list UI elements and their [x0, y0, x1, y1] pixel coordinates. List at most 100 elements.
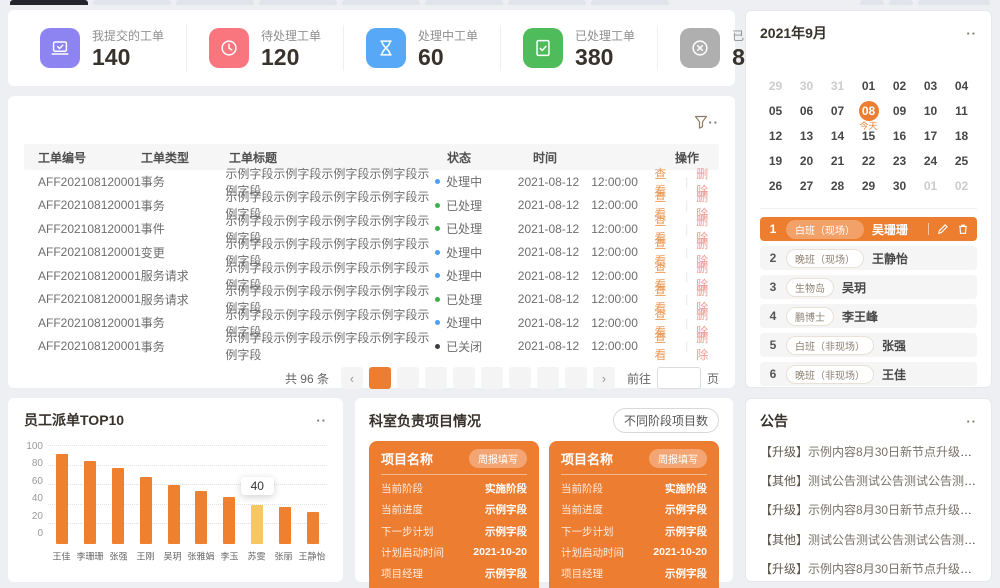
- calendar-day[interactable]: 04 今天: [946, 73, 977, 98]
- x-tick-label: 张强: [106, 549, 130, 563]
- announcement-tag: 【其他】: [760, 533, 808, 547]
- calendar-day[interactable]: 21 今天: [822, 148, 853, 173]
- calendar-day[interactable]: 10 今天: [915, 98, 946, 123]
- announcement-tag: 【升级】: [760, 503, 808, 517]
- calendar-day[interactable]: 24 今天: [915, 148, 946, 173]
- weekly-report-badge[interactable]: 周报填写: [469, 449, 527, 468]
- schedule-row[interactable]: 3 生物岛 吴玥: [760, 275, 977, 299]
- calendar-day[interactable]: 11 今天: [946, 98, 977, 123]
- bar-column: [271, 446, 299, 544]
- workorder-status: 处理中: [435, 267, 518, 284]
- calendar-day[interactable]: 16 今天: [884, 123, 915, 148]
- calendar-day[interactable]: 29 今天: [853, 173, 884, 198]
- status-dot: [435, 344, 440, 349]
- calendar-day[interactable]: 18 今天: [946, 123, 977, 148]
- announcement-item[interactable]: 【其他】测试公告测试公告测试公告测试公告测试公告: [760, 472, 977, 489]
- goto-page-input[interactable]: [657, 367, 701, 389]
- calendar-day[interactable]: 02 今天: [946, 173, 977, 198]
- tab-stub[interactable]: [591, 0, 669, 5]
- schedule-index: 1: [768, 222, 778, 236]
- calendar-day[interactable]: 01 今天: [853, 73, 884, 98]
- announcement-list: 【升级】示例内容8月30日新节点升级计划通知 【其他】测试公告测试公告测试公告测…: [760, 443, 977, 588]
- y-tick: 60: [32, 476, 43, 487]
- tab-stub[interactable]: [93, 0, 171, 5]
- chart-more-icon[interactable]: ··: [316, 413, 327, 428]
- view-link[interactable]: 查看: [654, 329, 677, 363]
- edit-icon[interactable]: [937, 223, 949, 235]
- calendar-day[interactable]: 08 今天: [853, 98, 884, 123]
- page-button[interactable]: [397, 367, 419, 389]
- schedule-index: 2: [768, 251, 778, 265]
- calendar-day[interactable]: 12 今天: [760, 123, 791, 148]
- page-button[interactable]: [537, 367, 559, 389]
- calendar-day[interactable]: 02 今天: [884, 73, 915, 98]
- workorder-status: 处理中: [435, 314, 518, 331]
- calendar-day[interactable]: 15 今天: [853, 123, 884, 148]
- calendar-day[interactable]: 30 今天: [791, 73, 822, 98]
- announcements-more-icon[interactable]: ··: [966, 414, 977, 429]
- calendar-day[interactable]: 27 今天: [791, 173, 822, 198]
- field-label: 当前阶段: [561, 481, 603, 496]
- calendar-day[interactable]: 23 今天: [884, 148, 915, 173]
- calendar-day[interactable]: 30 今天: [884, 173, 915, 198]
- toolbar-stub[interactable]: [889, 0, 913, 5]
- announcement-item[interactable]: 【升级】示例内容8月30日新节点升级计划通知: [760, 443, 977, 460]
- calendar-day[interactable]: 07 今天: [822, 98, 853, 123]
- tab-stub[interactable]: [508, 0, 586, 5]
- tab-stub[interactable]: [342, 0, 420, 5]
- calendar-day[interactable]: 14 今天: [822, 123, 853, 148]
- calendar-day[interactable]: 13 今天: [791, 123, 822, 148]
- calendar-day[interactable]: 06 今天: [791, 98, 822, 123]
- schedule-row[interactable]: 1 白班（现场） 吴珊珊: [760, 217, 977, 241]
- calendar-day[interactable]: 28 今天: [822, 173, 853, 198]
- page-button[interactable]: [453, 367, 475, 389]
- calendar-day[interactable]: 25 今天: [946, 148, 977, 173]
- announcement-item[interactable]: 【升级】示例内容8月30日新节点升级计划通知: [760, 560, 977, 577]
- stat-value: 140: [92, 46, 164, 69]
- page-button[interactable]: [425, 367, 447, 389]
- page-button[interactable]: [481, 367, 503, 389]
- weekday-label: [915, 49, 946, 73]
- active-tab-stub[interactable]: [10, 0, 88, 5]
- schedule-row[interactable]: 4 鹏博士 李王峰: [760, 304, 977, 328]
- workorder-stats-card: 我提交的工单 140 待处理工单 120 处理中工单 60: [8, 10, 735, 86]
- calendar-day[interactable]: 05 今天: [760, 98, 791, 123]
- table-more-icon[interactable]: ··: [708, 115, 719, 130]
- next-page-button[interactable]: ›: [593, 367, 615, 389]
- calendar-day[interactable]: 09 今天: [884, 98, 915, 123]
- tab-stub[interactable]: [176, 0, 254, 5]
- calendar-day[interactable]: 20 今天: [791, 148, 822, 173]
- page-button[interactable]: [565, 367, 587, 389]
- calendar-day[interactable]: 26 今天: [760, 173, 791, 198]
- stage-count-button[interactable]: 不同阶段项目数: [613, 408, 719, 433]
- calendar-day[interactable]: 01 今天: [915, 173, 946, 198]
- page-button[interactable]: [369, 367, 391, 389]
- person-name: 张强: [882, 337, 906, 354]
- day-number: 29: [766, 76, 786, 96]
- toolbar-stub[interactable]: [918, 0, 990, 5]
- schedule-row[interactable]: 5 白班（非现场） 张强: [760, 333, 977, 357]
- delete-link[interactable]: 删除: [696, 329, 719, 363]
- calendar-day[interactable]: 29 今天: [760, 73, 791, 98]
- schedule-row[interactable]: 6 晚班（非现场） 王佳: [760, 362, 977, 386]
- announcements-title: 公告: [760, 411, 788, 431]
- workorder-table: 工单编号 工单类型 工单标题 状态 时间 操作 AFF202108120001 …: [24, 144, 719, 358]
- announcement-item[interactable]: 【其他】测试公告测试公告测试公告测试公告测试公告: [760, 531, 977, 548]
- toolbar-stub[interactable]: [860, 0, 884, 5]
- page-button[interactable]: [509, 367, 531, 389]
- trash-icon[interactable]: [957, 223, 969, 235]
- filter-icon[interactable]: [694, 115, 708, 129]
- tab-stub[interactable]: [259, 0, 337, 5]
- calendar-day[interactable]: 17 今天: [915, 123, 946, 148]
- announcement-item[interactable]: 【升级】示例内容8月30日新节点升级计划通知: [760, 501, 977, 518]
- calendar-day[interactable]: 19 今天: [760, 148, 791, 173]
- calendar-more-icon[interactable]: ··: [966, 26, 977, 41]
- calendar-day[interactable]: 22 今天: [853, 148, 884, 173]
- calendar-day[interactable]: 31 今天: [822, 73, 853, 98]
- status-dot: [435, 203, 440, 208]
- weekly-report-badge[interactable]: 周报填写: [649, 449, 707, 468]
- schedule-row[interactable]: 2 晚班（现场） 王静怡: [760, 246, 977, 270]
- tab-stub[interactable]: [425, 0, 503, 5]
- prev-page-button[interactable]: ‹: [341, 367, 363, 389]
- calendar-day[interactable]: 03 今天: [915, 73, 946, 98]
